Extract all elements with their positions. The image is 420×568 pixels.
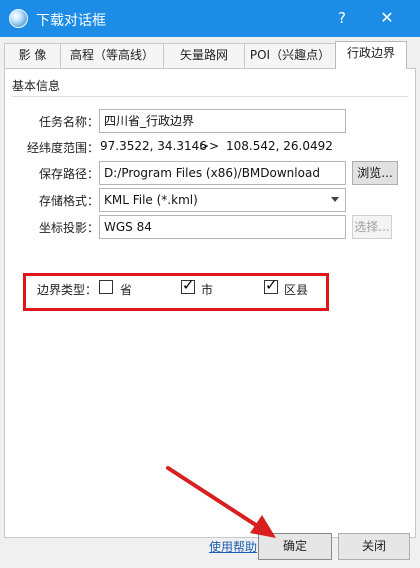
task-name-label: 任务名称：	[38, 115, 99, 129]
checkbox-county[interactable]: ✓	[264, 276, 278, 294]
group-title: 基本信息	[12, 79, 61, 93]
range-separator: >>	[199, 139, 220, 153]
globe-icon	[9, 9, 28, 28]
format-select-value: KML File (*.kml)	[104, 193, 198, 207]
checkbox-province[interactable]	[99, 280, 113, 294]
boundary-type-label: 边界类型：	[36, 283, 97, 297]
tab-admin-boundary[interactable]: 行政边界	[335, 41, 407, 69]
tab-panel: 基本信息 任务名称： 四川省_行政边界 经纬度范围： 97.3522, 34.3…	[4, 68, 416, 538]
tab-road-network[interactable]: 矢量路网	[163, 43, 245, 68]
window-title: 下载对话框	[36, 13, 106, 29]
checkmark-icon: ✓	[265, 276, 278, 294]
help-button[interactable]: ?	[330, 7, 354, 29]
checkbox-county-label: 区县	[284, 283, 309, 297]
tab-bar: 影 像 高程（等高线） 矢量路网 POI（兴趣点） 行政边界	[4, 41, 416, 69]
format-select[interactable]: KML File (*.kml)	[99, 188, 346, 212]
download-dialog: 影 像 高程（等高线） 矢量路网 POI（兴趣点） 行政边界 基本信息 任务名称…	[0, 37, 420, 568]
close-window-button[interactable]: ✕	[374, 7, 400, 29]
checkbox-city[interactable]: ✓	[181, 276, 195, 294]
range-label: 经纬度范围：	[26, 141, 99, 155]
browse-button[interactable]: 浏览...	[352, 161, 398, 185]
close-button[interactable]: 关闭	[338, 533, 410, 560]
projection-input[interactable]: WGS 84	[99, 215, 346, 239]
help-link[interactable]: 使用帮助	[209, 538, 257, 555]
checkbox-province-label: 省	[120, 283, 133, 297]
checkbox-city-label: 市	[201, 283, 214, 297]
checkmark-icon: ✓	[182, 276, 195, 294]
tab-elevation[interactable]: 高程（等高线）	[60, 43, 164, 68]
range-from: 97.3522, 34.3146	[100, 139, 207, 153]
select-projection-button[interactable]: 选择...	[352, 215, 392, 239]
chevron-down-icon	[331, 197, 339, 202]
task-name-input[interactable]: 四川省_行政边界	[99, 109, 346, 133]
range-to: 108.542, 26.0492	[226, 139, 333, 153]
projection-label: 坐标投影：	[38, 221, 99, 235]
tab-imagery[interactable]: 影 像	[4, 43, 61, 68]
title-bar: 下载对话框 ? ✕	[0, 0, 420, 37]
tab-poi[interactable]: POI（兴趣点）	[244, 43, 336, 68]
save-path-label: 保存路径：	[38, 167, 99, 181]
ok-button[interactable]: 确定	[258, 533, 332, 560]
group-divider	[12, 96, 408, 97]
format-label: 存储格式：	[38, 194, 99, 208]
save-path-input[interactable]: D:/Program Files (x86)/BMDownload	[99, 161, 346, 185]
